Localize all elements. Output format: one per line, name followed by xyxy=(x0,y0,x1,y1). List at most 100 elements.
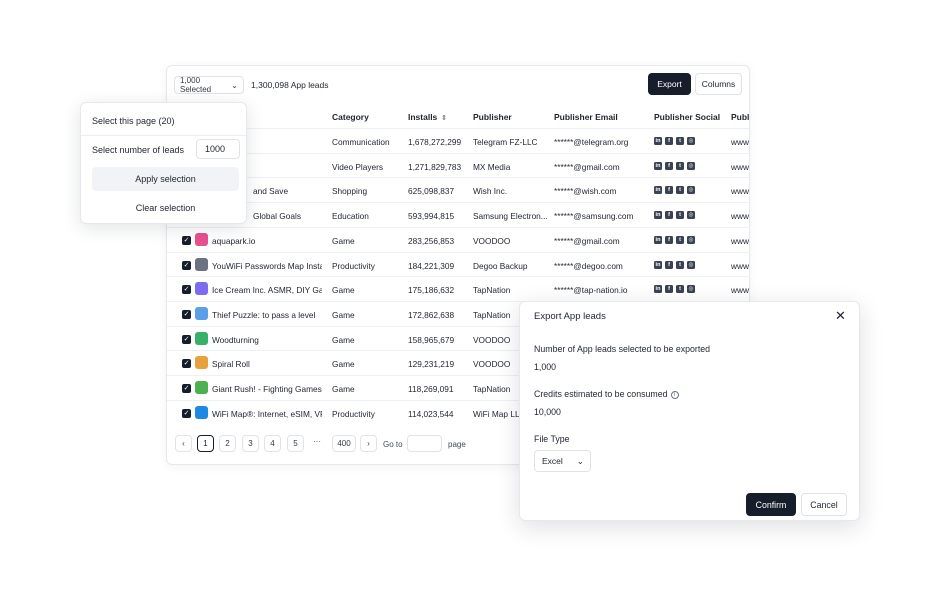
app-name[interactable]: YouWiFi Passwords Map Instal xyxy=(212,261,322,271)
facebook-icon[interactable]: f xyxy=(665,186,673,195)
twitter-icon[interactable]: t xyxy=(676,260,684,269)
goto-page-input[interactable] xyxy=(407,435,442,452)
row-checkbox[interactable]: ✓ xyxy=(182,285,191,295)
page-button[interactable]: 4 xyxy=(264,435,281,452)
header-publisher[interactable]: Publisher xyxy=(473,112,512,122)
app-name[interactable]: WiFi Map®: Internet, eSIM, VPN xyxy=(212,409,322,419)
twitter-icon[interactable]: t xyxy=(676,186,684,195)
clear-selection-button[interactable]: Clear selection xyxy=(92,196,239,220)
website-cell[interactable]: www. xyxy=(731,186,749,196)
page-button[interactable]: 3 xyxy=(242,435,259,452)
leads-number-input[interactable]: 1000 xyxy=(196,139,240,159)
page-button[interactable]: 5 xyxy=(287,435,304,452)
confirm-button[interactable]: Confirm xyxy=(746,493,796,516)
info-icon[interactable]: i xyxy=(670,390,679,399)
website-cell[interactable]: www. xyxy=(731,236,749,246)
app-name[interactable]: Woodturning xyxy=(212,335,322,345)
app-name[interactable]: aquapark.io xyxy=(212,236,322,246)
website-cell[interactable]: www. xyxy=(731,137,749,147)
apply-selection-button[interactable]: Apply selection xyxy=(92,167,239,191)
table-row[interactable]: ✓ Ice Cream Inc. ASMR, DIY Gam Game 175,186… xyxy=(167,276,749,301)
linkedin-icon[interactable]: in xyxy=(654,137,662,145)
category-cell: Game xyxy=(332,235,355,246)
facebook-icon[interactable]: f xyxy=(665,235,673,244)
app-name[interactable]: Giant Rush! - Fighting Games xyxy=(212,384,322,394)
row-checkbox[interactable]: ✓ xyxy=(182,309,191,319)
installs-cell: 114,023,544 xyxy=(408,408,454,419)
linkedin-icon[interactable]: in xyxy=(654,186,662,195)
twitter-icon[interactable]: t xyxy=(676,137,684,145)
select-page-option[interactable]: Select this page (20) xyxy=(92,116,175,126)
linkedin-icon[interactable]: in xyxy=(654,260,662,269)
table-row[interactable]: Global Goals Education 593,994,815 Samsung … xyxy=(167,202,749,227)
app-name[interactable]: and Save xyxy=(253,186,323,196)
app-icon xyxy=(195,356,208,370)
app-name[interactable]: Global Goals xyxy=(253,211,323,221)
instagram-icon[interactable]: ◎ xyxy=(687,235,695,244)
row-checkbox[interactable]: ✓ xyxy=(182,260,191,270)
chevron-down-icon: ⌄ xyxy=(231,80,238,90)
website-cell[interactable]: www. xyxy=(731,162,749,172)
table-row[interactable]: ✓ YouWiFi Passwords Map Instal Productivit… xyxy=(167,251,749,277)
row-checkbox[interactable]: ✓ xyxy=(182,235,191,245)
linkedin-icon[interactable]: in xyxy=(654,285,662,294)
website-cell[interactable]: www. xyxy=(731,211,749,221)
facebook-icon[interactable]: f xyxy=(665,161,673,170)
app-icon xyxy=(195,306,208,320)
installs-cell: 1,678,272,299 xyxy=(408,137,462,147)
table-row[interactable]: Video Players 1,271,829,783 MX Media ******… xyxy=(167,152,749,178)
filetype-select[interactable]: Excel ⌄ xyxy=(534,450,591,472)
social-links: in f t ◎ xyxy=(654,285,695,294)
app-name[interactable]: Thief Puzzle: to pass a level xyxy=(212,310,322,320)
header-category[interactable]: Category xyxy=(332,112,369,122)
columns-button[interactable]: Columns xyxy=(695,73,742,95)
table-row[interactable]: and Save Shopping 625,098,837 Wish Inc. ****… xyxy=(167,177,749,202)
last-page-button[interactable]: 400 xyxy=(332,435,356,452)
header-installs[interactable]: Installs ⇕ xyxy=(408,112,447,122)
next-page-button[interactable]: › xyxy=(360,435,377,452)
instagram-icon[interactable]: ◎ xyxy=(687,211,695,220)
twitter-icon[interactable]: t xyxy=(676,161,684,170)
instagram-icon[interactable]: ◎ xyxy=(687,260,695,269)
sort-icon[interactable]: ⇕ xyxy=(441,114,447,122)
instagram-icon[interactable]: ◎ xyxy=(687,285,695,294)
twitter-icon[interactable]: t xyxy=(676,285,684,294)
row-checkbox[interactable]: ✓ xyxy=(182,384,191,393)
facebook-icon[interactable]: f xyxy=(665,285,673,294)
header-publisher-social[interactable]: Publisher Social xyxy=(654,112,720,122)
row-checkbox[interactable]: ✓ xyxy=(182,359,191,369)
website-cell[interactable]: www. xyxy=(731,285,749,295)
instagram-icon[interactable]: ◎ xyxy=(687,186,695,195)
facebook-icon[interactable]: f xyxy=(665,260,673,269)
facebook-icon[interactable]: f xyxy=(665,211,673,220)
row-checkbox[interactable]: ✓ xyxy=(182,334,191,344)
social-links: in f t ◎ xyxy=(654,137,695,145)
linkedin-icon[interactable]: in xyxy=(654,235,662,244)
installs-cell: 1,271,829,783 xyxy=(408,161,462,172)
table-row[interactable]: ✓ aquapark.io Game 283,256,853 VOODOO ******@… xyxy=(167,226,749,252)
table-row[interactable]: Communication 1,678,272,299 Telegram FZ-LL… xyxy=(167,128,749,153)
page-button[interactable]: 2 xyxy=(219,435,236,452)
category-cell: Shopping xyxy=(332,186,368,197)
selection-dropdown[interactable]: 1,000 Selected ⌄ xyxy=(174,76,244,94)
twitter-icon[interactable]: t xyxy=(676,211,684,220)
linkedin-icon[interactable]: in xyxy=(654,211,662,220)
linkedin-icon[interactable]: in xyxy=(654,161,662,170)
credits-label-text: Credits estimated to be consumed xyxy=(534,389,668,399)
page-button[interactable]: 1 xyxy=(197,435,214,452)
header-publisher-email[interactable]: Publisher Email xyxy=(554,112,618,122)
cancel-button[interactable]: Cancel xyxy=(801,493,847,516)
close-icon[interactable]: ✕ xyxy=(835,308,846,324)
export-button[interactable]: Export xyxy=(648,73,691,95)
row-checkbox[interactable]: ✓ xyxy=(182,408,191,418)
facebook-icon[interactable]: f xyxy=(665,137,673,145)
prev-page-button[interactable]: ‹ xyxy=(175,435,192,452)
app-name[interactable]: Spiral Roll xyxy=(212,359,322,369)
table-toolbar: 1,000 Selected ⌄ 1,300,098 App leads Exp… xyxy=(167,66,749,104)
instagram-icon[interactable]: ◎ xyxy=(687,137,695,145)
app-name[interactable]: Ice Cream Inc. ASMR, DIY Gam xyxy=(212,285,322,295)
header-publisher-website[interactable]: Publis xyxy=(731,112,749,122)
twitter-icon[interactable]: t xyxy=(676,235,684,244)
instagram-icon[interactable]: ◎ xyxy=(687,161,695,170)
website-cell[interactable]: www. xyxy=(731,261,749,271)
